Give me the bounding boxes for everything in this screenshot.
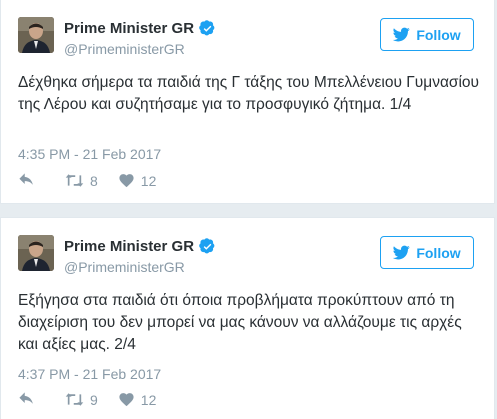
avatar-photo-icon <box>18 235 54 271</box>
reply-button[interactable] <box>18 172 35 189</box>
tweet-card[interactable]: Prime Minister GR @PrimeministerGR Follo… <box>0 217 495 419</box>
tweet-actions: 9 12 <box>18 391 156 408</box>
tweet-text: Δέχθηκα σήμερα τα παιδιά της Γ τάξης του… <box>18 74 480 113</box>
tweet-card[interactable]: Prime Minister GR @PrimeministerGR Follo… <box>0 0 495 204</box>
like-button[interactable]: 12 <box>118 391 157 408</box>
retweet-button[interactable]: 8 <box>65 172 98 189</box>
like-count: 12 <box>140 172 157 189</box>
verified-icon <box>199 238 215 254</box>
retweet-count: 9 <box>90 391 98 408</box>
like-button[interactable]: 12 <box>118 172 157 189</box>
author-handle[interactable]: @PrimeministerGR <box>64 259 185 275</box>
retweet-icon <box>65 174 84 187</box>
author-name[interactable]: Prime Minister GR <box>64 20 194 37</box>
heart-icon <box>119 174 134 188</box>
timestamp-link[interactable]: 4:35 PM - 21 Feb 2017 <box>18 146 161 162</box>
retweet-count: 8 <box>90 172 98 189</box>
avatar[interactable] <box>18 235 54 271</box>
heart-icon <box>119 393 134 407</box>
follow-button[interactable]: Follow <box>380 18 474 51</box>
retweet-icon <box>65 393 84 406</box>
follow-label: Follow <box>416 244 461 261</box>
avatar[interactable] <box>18 17 54 53</box>
author-name[interactable]: Prime Minister GR <box>64 238 194 255</box>
follow-label: Follow <box>416 26 461 43</box>
twitter-bird-icon <box>393 245 411 260</box>
tweet-actions: 8 12 <box>18 172 156 189</box>
twitter-bird-icon <box>393 27 411 42</box>
author-handle[interactable]: @PrimeministerGR <box>64 41 185 57</box>
retweet-button[interactable]: 9 <box>65 391 98 408</box>
like-count: 12 <box>140 391 157 408</box>
follow-button[interactable]: Follow <box>380 236 474 269</box>
tweet-text: Εξήγησα στα παιδιά ότι όποια προβλήματα … <box>18 292 462 353</box>
reply-icon <box>19 173 33 185</box>
timestamp-link[interactable]: 4:37 PM - 21 Feb 2017 <box>18 366 161 382</box>
avatar-photo-icon <box>18 17 54 53</box>
reply-icon <box>19 392 33 404</box>
verified-icon <box>199 20 215 36</box>
reply-button[interactable] <box>18 391 35 408</box>
